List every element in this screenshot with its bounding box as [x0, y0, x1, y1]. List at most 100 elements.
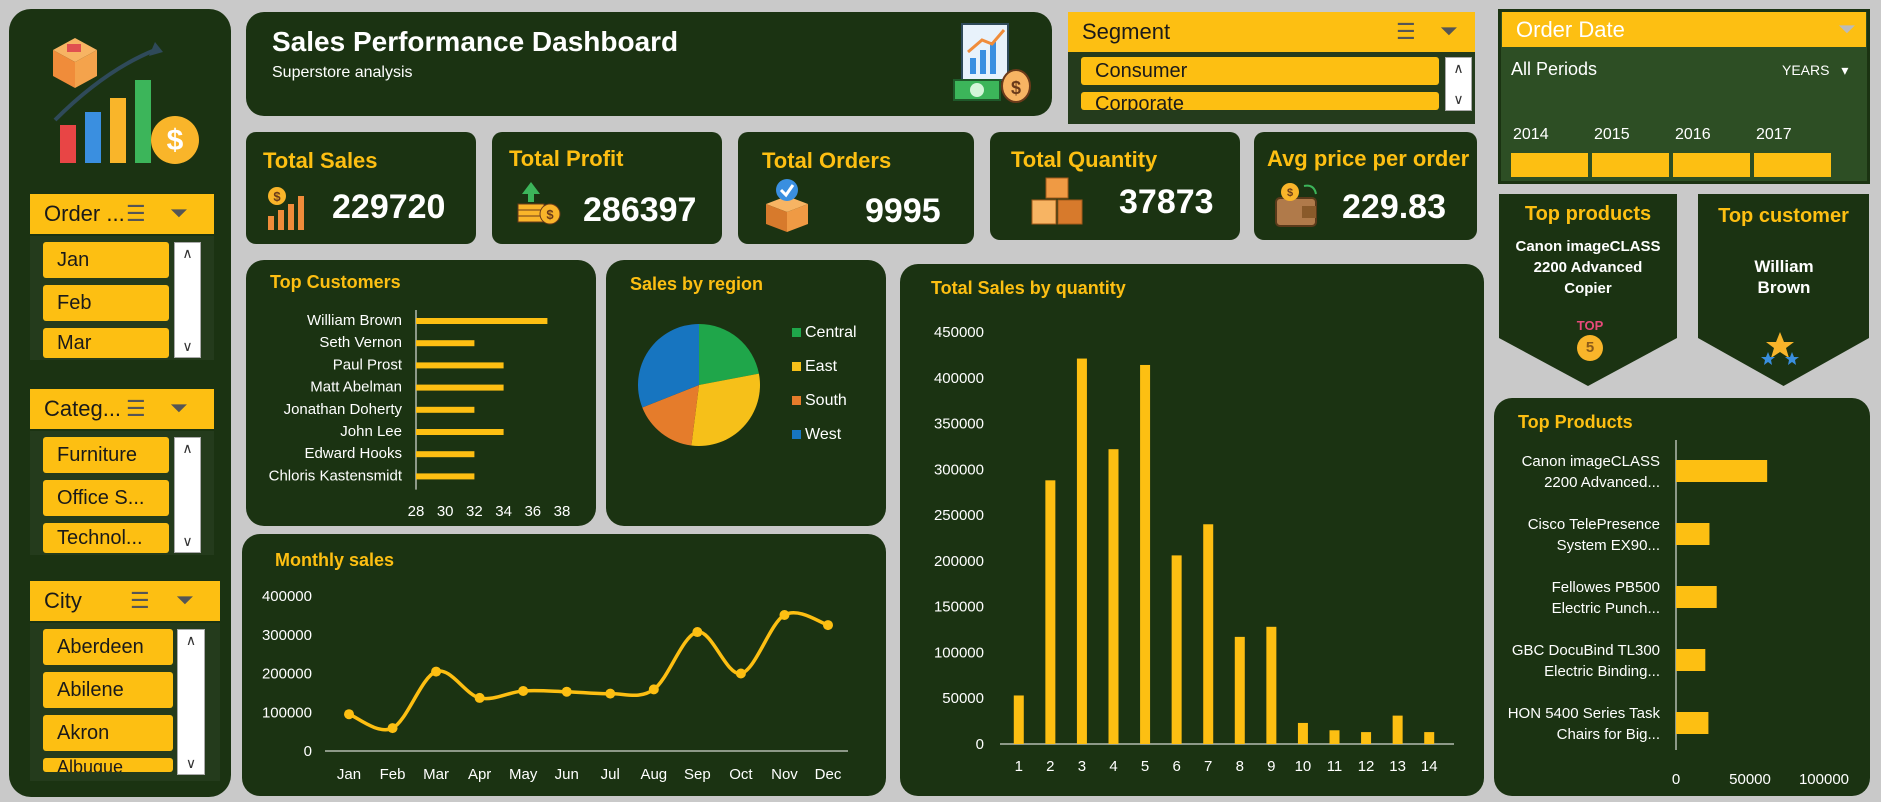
chevron-down-icon: ▾: [1841, 62, 1849, 78]
order-date-period-label: All Periods: [1511, 59, 1598, 79]
sales-quantity-chart: 0 50000 100000 150000 200000 250000 300000 3500…: [934, 324, 1454, 775]
slicer-month-title: Order ...: [44, 201, 125, 226]
timeline-year-label: 2014: [1513, 126, 1549, 143]
category-label: Fellowes PB500 Electric Punch...: [1552, 579, 1660, 617]
category-label: Jonathan Doherty: [284, 401, 403, 418]
top-products-card-title: Top products: [1524, 203, 1652, 225]
category-label: Seth Vernon: [319, 334, 402, 351]
tick-label: 11: [1327, 758, 1343, 775]
kpi-title: Total Quantity: [1011, 147, 1158, 172]
tick-label: 5: [1141, 758, 1149, 775]
tick-label: 13: [1389, 758, 1406, 775]
slicer-month-item[interactable]: Feb: [43, 285, 169, 321]
slicer-month-scrollbar[interactable]: ∧ ∨: [174, 242, 201, 358]
tick-label: 350000: [934, 416, 984, 433]
data-point: [692, 627, 703, 638]
tick-label: 400000: [262, 588, 312, 605]
legend-label: Central: [805, 324, 857, 341]
scroll-down-icon[interactable]: ∨: [175, 338, 200, 355]
timeline-year-label: 2015: [1594, 126, 1630, 143]
clear-filter-icon[interactable]: ⏷: [1440, 18, 1458, 44]
order-date-level-label: YEARS: [1782, 62, 1830, 78]
tick-label: 400000: [934, 370, 984, 387]
top-products-card-value: Canon imageCLASS 2200 Advanced Copier: [1515, 238, 1661, 297]
bar: [416, 384, 504, 391]
bar: [1329, 730, 1340, 744]
timeline-year-bar[interactable]: [1592, 153, 1669, 177]
tick-label: 38: [554, 503, 571, 520]
bar: [416, 362, 504, 369]
bar: [416, 340, 475, 347]
multi-select-icon[interactable]: ☰: [130, 588, 150, 614]
data-point: [735, 668, 746, 679]
slicer-city-item[interactable]: Albuque: [43, 758, 173, 772]
multi-select-icon[interactable]: ☰: [126, 396, 146, 422]
category-label: GBC DocuBind TL300 Electric Binding...: [1512, 642, 1660, 680]
clear-filter-icon[interactable]: ⏷: [170, 395, 188, 421]
data-point: [605, 688, 616, 699]
slicer-city-scrollbar[interactable]: ∧ ∨: [177, 629, 205, 775]
wallet-icon: $: [1272, 180, 1322, 233]
data-point: [344, 709, 354, 720]
timeline-year-bar[interactable]: [1673, 153, 1750, 177]
slicer-category-item[interactable]: Technol...: [43, 523, 169, 553]
scroll-up-icon[interactable]: ∧: [175, 440, 200, 457]
category-label: John Lee: [340, 423, 402, 440]
scroll-down-icon[interactable]: ∨: [175, 533, 200, 550]
order-date-level-select[interactable]: YEARS ▾: [1782, 62, 1848, 79]
timeline-year-bar[interactable]: [1754, 153, 1831, 177]
tick-label: 0: [1672, 771, 1680, 788]
slicer-category-item[interactable]: Office S...: [43, 480, 169, 516]
tick-label: 10: [1295, 758, 1312, 775]
segment-scrollbar[interactable]: ∧ ∨: [1445, 57, 1472, 111]
bar: [1140, 364, 1151, 744]
bar: [1361, 732, 1372, 744]
category-label: Cisco TelePresence System EX90...: [1528, 516, 1660, 554]
tick-label: 300000: [934, 461, 984, 478]
bar: [1676, 523, 1710, 545]
scroll-down-icon[interactable]: ∨: [178, 755, 204, 772]
tick-label: 200000: [262, 666, 312, 683]
slicer-category-header: Categ... ☰ ⏷: [30, 389, 214, 429]
series-line: [348, 611, 829, 732]
clear-filter-icon[interactable]: ⏷: [170, 200, 188, 226]
scroll-up-icon[interactable]: ∧: [1446, 60, 1471, 77]
tick-label: Oct: [729, 766, 753, 783]
segment-item[interactable]: Corporate: [1081, 92, 1439, 110]
top-customer-card-title: Top customer: [1718, 205, 1849, 227]
timeline-year-bar[interactable]: [1511, 153, 1588, 177]
slicer-month-item[interactable]: Mar: [43, 328, 169, 358]
segment-item[interactable]: Consumer: [1081, 57, 1439, 85]
scroll-down-icon[interactable]: ∨: [1446, 91, 1471, 108]
category-label: Edward Hooks: [304, 445, 402, 462]
slicer-city-item[interactable]: Aberdeen: [43, 629, 173, 665]
bar: [1076, 358, 1087, 744]
slicer-category-item[interactable]: Furniture: [43, 437, 169, 473]
kpi-title: Total Profit: [509, 146, 624, 171]
slicer-month-item[interactable]: Jan: [43, 242, 169, 278]
scroll-up-icon[interactable]: ∧: [175, 245, 200, 262]
bar: [1266, 626, 1277, 744]
bar: [416, 451, 475, 458]
data-point: [648, 684, 659, 695]
clear-filter-icon[interactable]: ⏷: [176, 587, 194, 613]
scroll-up-icon[interactable]: ∧: [178, 632, 204, 649]
tick-label: 6: [1172, 758, 1180, 775]
multi-select-icon[interactable]: ☰: [126, 201, 146, 227]
bar: [416, 406, 475, 413]
bar: [1676, 712, 1709, 734]
slicer-city-item[interactable]: Akron: [43, 715, 173, 751]
slicer-category-scrollbar[interactable]: ∧ ∨: [174, 437, 201, 553]
sales-growth-icon: $: [264, 186, 310, 237]
clear-filter-icon[interactable]: ⏷: [1838, 16, 1856, 42]
category-label: William Brown: [307, 312, 402, 329]
logo-icon: $: [45, 30, 205, 165]
multi-select-icon[interactable]: ☰: [1396, 19, 1416, 45]
kpi-value: 229720: [332, 188, 446, 226]
bar: [1171, 555, 1182, 744]
bar: [1424, 732, 1435, 744]
bar: [1013, 695, 1024, 744]
segment-title: Segment: [1082, 19, 1171, 44]
slicer-city-item[interactable]: Abilene: [43, 672, 173, 708]
stars-icon: [1760, 326, 1800, 371]
